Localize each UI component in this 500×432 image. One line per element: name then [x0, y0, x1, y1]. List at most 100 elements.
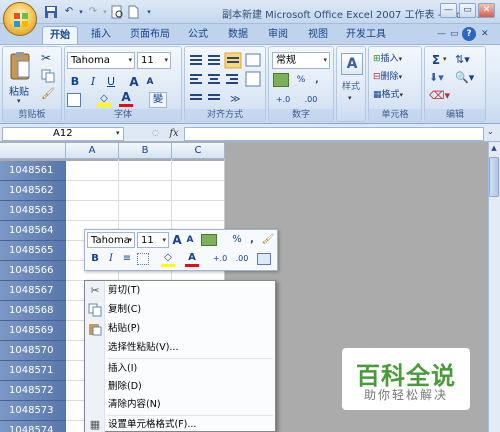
mini-font-name[interactable]: Tahoma ▾ — [87, 232, 135, 248]
row-header[interactable]: 1048573 — [0, 401, 66, 421]
mini-currency-icon[interactable] — [201, 234, 217, 246]
name-box[interactable]: A12 — [2, 127, 124, 141]
row-header[interactable]: 1048563 — [0, 201, 66, 221]
row-header[interactable]: 1048565 — [0, 241, 66, 261]
column-header-b[interactable]: B — [119, 143, 172, 159]
ribbon-minimize-icon[interactable]: — — [437, 29, 446, 39]
decrease-decimal-button[interactable]: .00 — [299, 91, 323, 109]
menu-item-paste[interactable]: 粘贴(P) — [108, 320, 140, 338]
fill-icon[interactable]: ⬇▾ — [429, 71, 444, 84]
tab-data[interactable]: 数据 — [228, 26, 248, 44]
row-header[interactable]: 1048567 — [0, 281, 66, 301]
expand-formula-bar-icon[interactable]: ⌄ — [487, 127, 494, 136]
font-size-box[interactable]: 11 ▾ — [137, 52, 171, 69]
row-header[interactable]: 1048574 — [0, 421, 66, 432]
underline-button[interactable]: U — [103, 73, 119, 91]
mini-grow-font-icon[interactable]: A — [171, 232, 183, 248]
menu-item-clear-contents[interactable]: 清除内容(N) — [108, 396, 161, 414]
menu-item-copy[interactable]: 复制(C) — [108, 301, 141, 319]
row-header[interactable]: 1048566 — [0, 261, 66, 281]
mini-percent-button[interactable]: % — [231, 232, 243, 248]
mini-increase-decimal-button[interactable]: +.0 — [209, 251, 231, 267]
name-box-dropdown-icon[interactable]: ▾ — [116, 129, 120, 137]
new-document-icon[interactable] — [126, 5, 140, 19]
row-header[interactable]: 1048564 — [0, 221, 66, 241]
menu-item-paste-special[interactable]: 选择性粘贴(V)... — [108, 339, 178, 357]
delete-cells-button[interactable]: ⊟删除▾ — [373, 69, 421, 85]
currency-icon[interactable] — [273, 73, 289, 87]
column-header-a[interactable]: A — [66, 143, 119, 159]
ribbon-restore-icon[interactable]: ▭ — [450, 29, 459, 39]
mini-format-painter-icon[interactable]: 🖌 — [261, 232, 275, 248]
minimize-button[interactable]: — — [440, 3, 457, 18]
menu-item-cut[interactable]: 剪切(T) — [108, 282, 140, 300]
tab-page-layout[interactable]: 页面布局 — [130, 26, 170, 44]
save-icon[interactable] — [44, 5, 58, 19]
row-header[interactable]: 1048570 — [0, 341, 66, 361]
sort-filter-icon[interactable]: ⇅▾ — [455, 53, 470, 66]
percent-button[interactable]: % — [295, 71, 307, 89]
table-row[interactable] — [66, 161, 225, 181]
borders-icon[interactable] — [67, 93, 81, 107]
mini-fill-color-icon[interactable]: ◇ — [161, 251, 175, 267]
font-color-button[interactable]: A — [119, 91, 133, 107]
mini-bold-icon[interactable]: B — [89, 251, 101, 267]
styles-group-label[interactable]: 样式 — [337, 81, 365, 94]
format-cells-button[interactable]: ▦格式▾ — [373, 87, 421, 103]
tab-developer[interactable]: 开发工具 — [346, 26, 386, 44]
cut-icon[interactable]: ✂ — [41, 51, 51, 65]
tab-formulas[interactable]: 公式 — [188, 26, 208, 44]
number-format-box[interactable]: 常规 ▾ — [272, 52, 330, 69]
copy-icon[interactable] — [41, 69, 55, 86]
grow-font-button[interactable]: A — [127, 73, 141, 91]
office-button[interactable] — [3, 2, 37, 36]
insert-function-icon[interactable]: fx — [166, 126, 182, 141]
row-header[interactable]: 1048561 — [0, 161, 66, 181]
help-icon[interactable]: ? — [462, 27, 476, 41]
insert-cells-button[interactable]: ⊞插入▾ — [373, 51, 421, 67]
mini-comma-button[interactable]: , — [247, 232, 257, 248]
italic-button[interactable]: I — [85, 73, 101, 91]
scrollbar-thumb[interactable] — [489, 157, 499, 197]
column-header-c[interactable]: C — [172, 143, 225, 159]
row-header[interactable]: 1048562 — [0, 181, 66, 201]
formula-input[interactable] — [184, 127, 484, 141]
tab-view[interactable]: 视图 — [308, 26, 328, 44]
row-header[interactable]: 1048568 — [0, 301, 66, 321]
row-header[interactable]: 1048569 — [0, 321, 66, 341]
fill-color-icon[interactable]: ◇ — [97, 93, 111, 107]
phonetic-button[interactable]: 變 — [149, 92, 167, 108]
tab-home[interactable]: 开始 — [42, 26, 78, 44]
menu-item-format-cells[interactable]: 设置单元格格式(F)... — [108, 416, 196, 432]
formula-bar-resize-icon[interactable]: ◌ — [152, 128, 160, 140]
clear-icon[interactable]: ⌫▾ — [429, 89, 450, 102]
maximize-button[interactable]: ▭ — [459, 3, 476, 18]
select-all-corner[interactable] — [0, 143, 66, 159]
mini-center-icon[interactable]: ≡ — [121, 251, 133, 267]
scroll-up-icon[interactable]: ▲ — [489, 144, 499, 154]
alignment-icons[interactable]: ≫ — [188, 52, 264, 108]
mini-borders-icon[interactable] — [137, 253, 149, 265]
mini-decrease-decimal-button[interactable]: .00 — [231, 251, 253, 267]
print-preview-icon[interactable] — [110, 5, 124, 19]
close-button[interactable]: ✕ — [478, 3, 495, 18]
styles-icon[interactable]: A — [341, 53, 363, 75]
find-select-icon[interactable]: 🔍▾ — [455, 71, 474, 84]
qat-customize-icon[interactable]: ▾ — [142, 5, 156, 19]
autosum-button[interactable]: Σ — [429, 51, 443, 69]
table-row[interactable] — [66, 201, 225, 221]
format-painter-icon[interactable]: 🖌 — [41, 87, 55, 100]
bold-button[interactable]: B — [67, 73, 83, 91]
comma-button[interactable]: , — [311, 71, 323, 89]
ribbon-close-icon[interactable]: ✕ — [481, 29, 489, 39]
tab-review[interactable]: 审阅 — [268, 26, 288, 44]
menu-item-delete[interactable]: 删除(D) — [108, 378, 142, 396]
mini-italic-icon[interactable]: I — [105, 251, 117, 267]
table-row[interactable] — [66, 181, 225, 201]
font-name-box[interactable]: Tahoma ▾ — [67, 52, 135, 69]
menu-item-insert[interactable]: 插入(I) — [108, 360, 137, 378]
mini-font-color-icon[interactable]: A — [185, 251, 199, 267]
mini-shrink-font-icon[interactable]: A — [185, 232, 195, 248]
paste-button[interactable]: 粘贴 ▾ — [5, 51, 35, 109]
row-header[interactable]: 1048572 — [0, 381, 66, 401]
